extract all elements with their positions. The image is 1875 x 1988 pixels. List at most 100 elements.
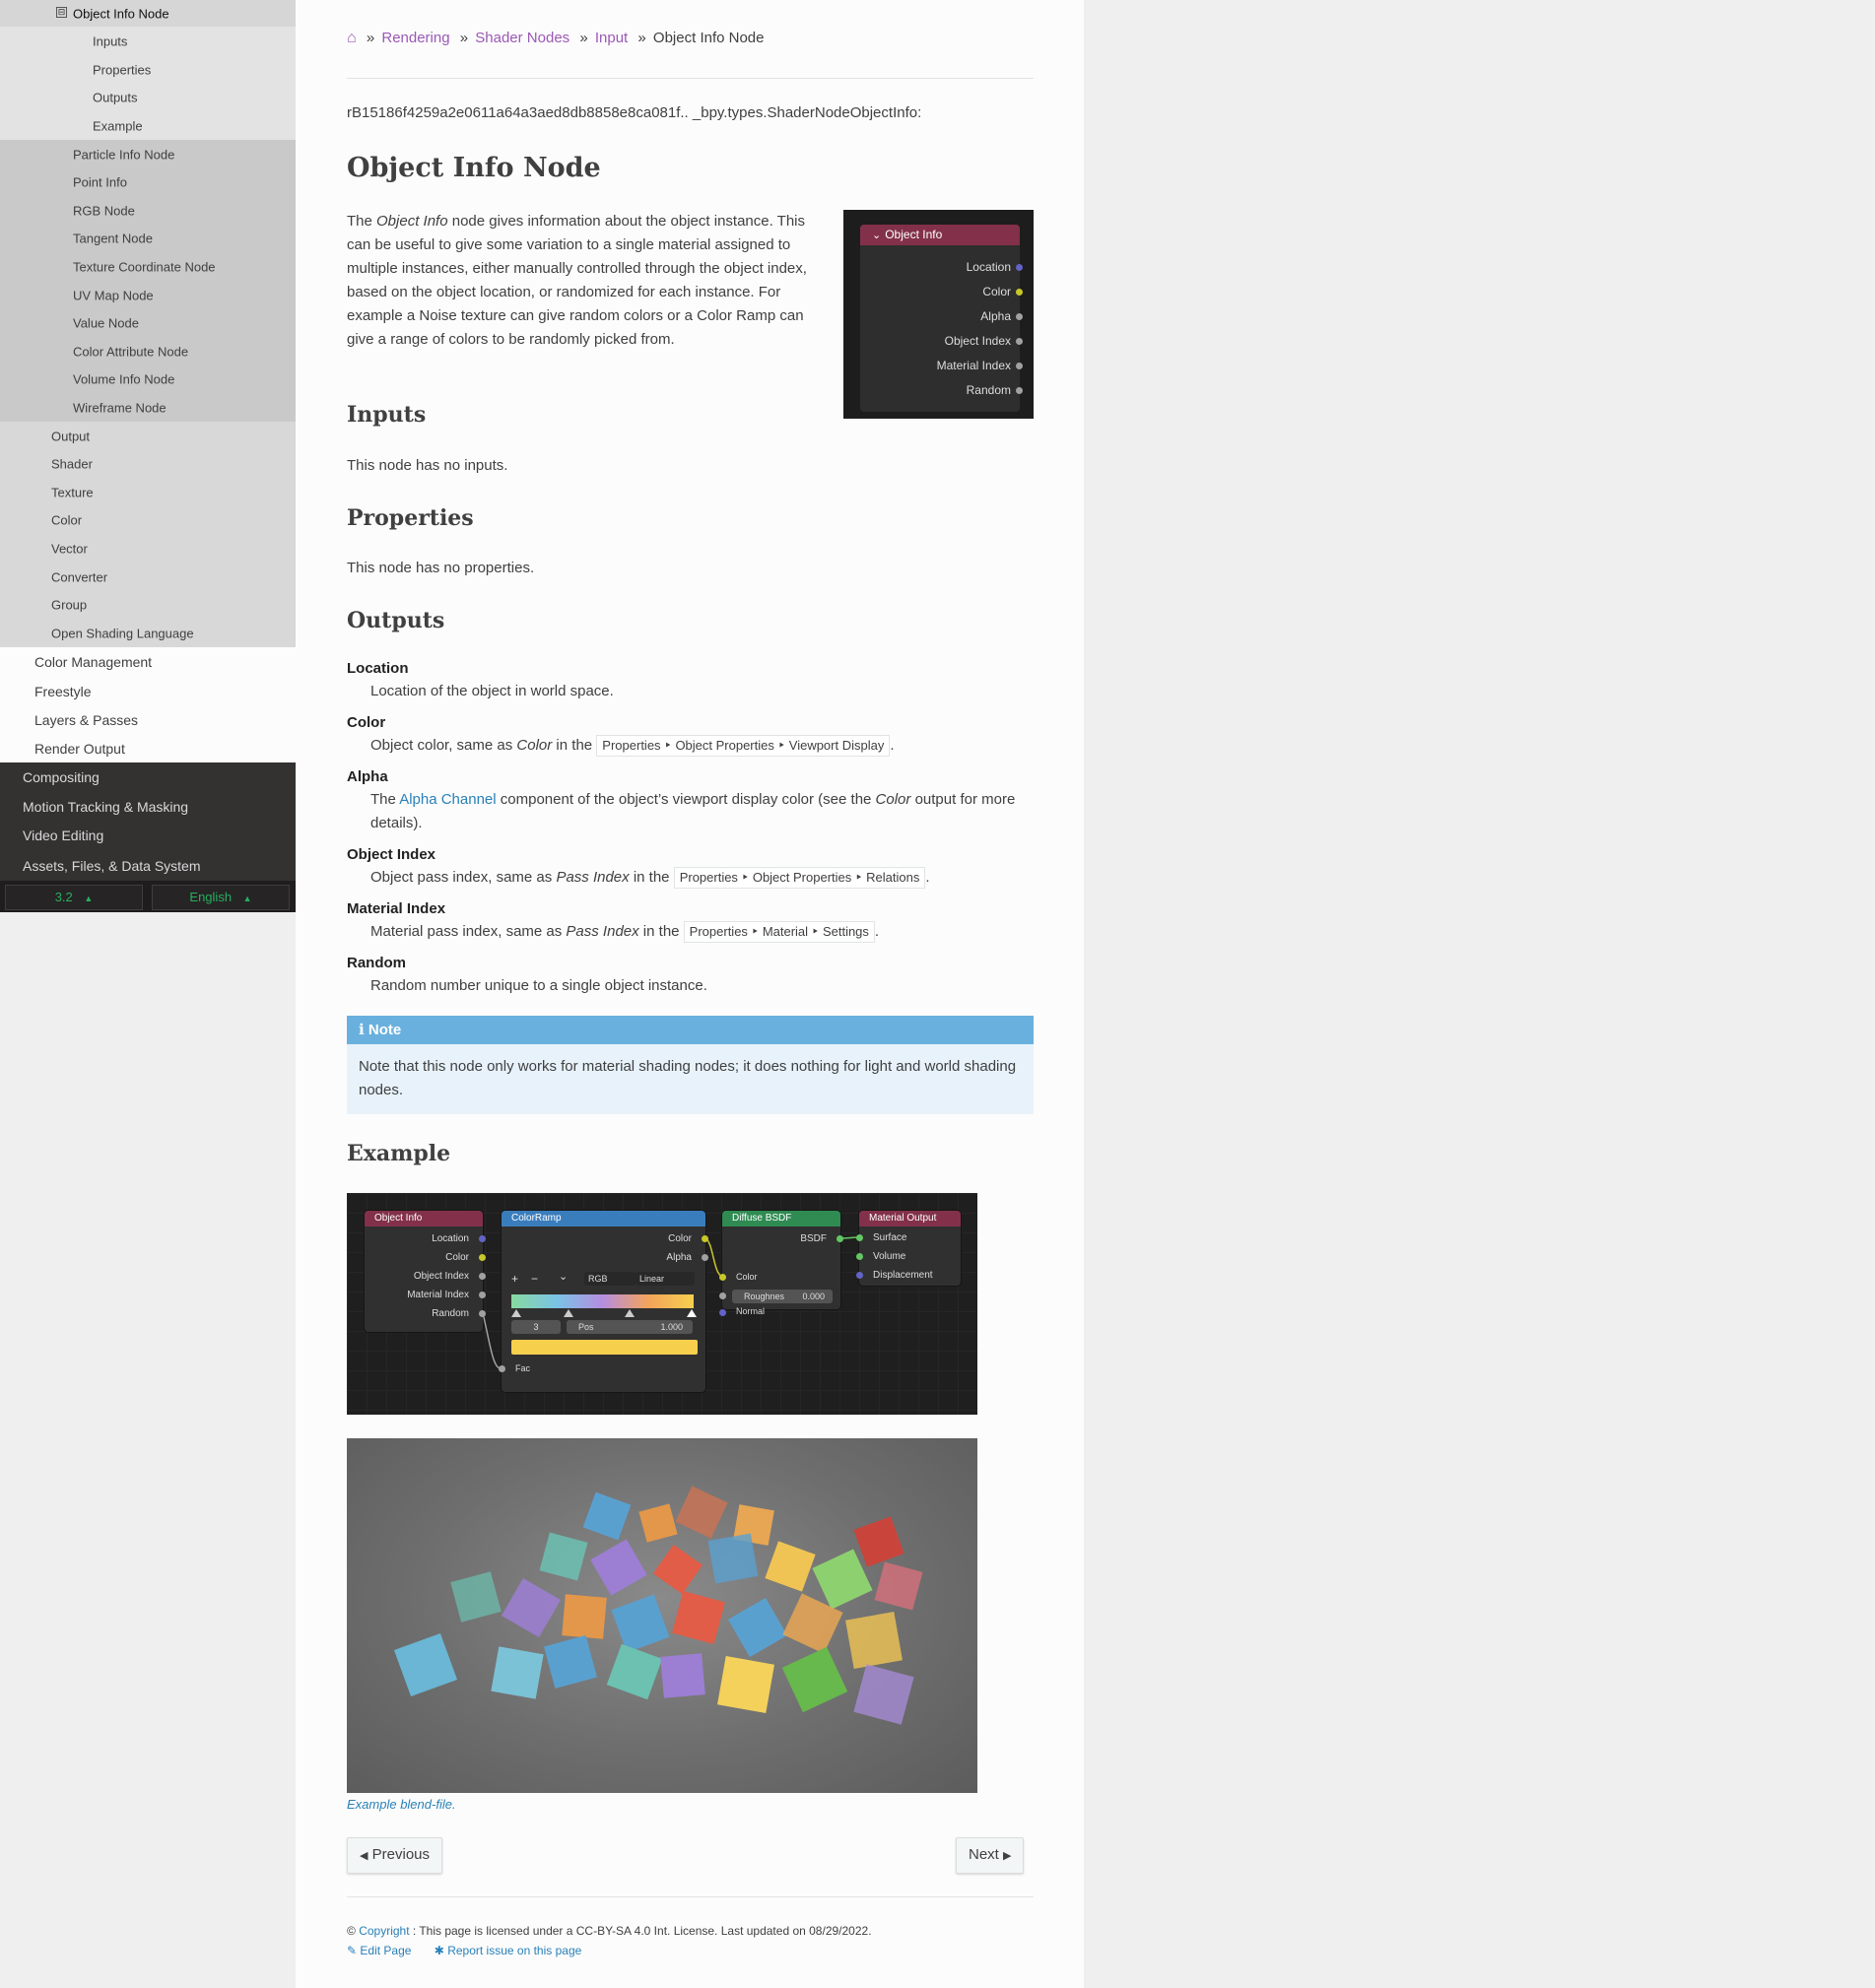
sidebar-item-compositing[interactable]: Compositing	[0, 762, 296, 792]
term-alpha: Alpha	[347, 768, 388, 785]
sidebar-item-texture-coordinate[interactable]: Texture Coordinate Node	[0, 252, 296, 281]
sidebar-item-color-management[interactable]: Color Management	[0, 647, 296, 677]
cube	[491, 1646, 544, 1699]
example-caption-link[interactable]: Example blend-file.	[347, 1797, 456, 1812]
sidebar-item-layers-passes[interactable]: Layers & Passes	[0, 705, 296, 735]
breadcrumb-separator: »	[366, 30, 375, 46]
menu-path: Properties ‣ Object Properties ‣ Viewpor…	[596, 735, 891, 757]
caret-up-icon: ▲	[242, 894, 252, 903]
cube	[544, 1635, 597, 1689]
sidebar-item-properties[interactable]: Properties	[0, 55, 296, 84]
desc-object-index: Object pass index, same as Pass Index in…	[370, 866, 1034, 890]
cube	[727, 1597, 788, 1658]
node-links	[482, 1236, 860, 1369]
sidebar-item-tangent-node[interactable]: Tangent Node	[0, 225, 296, 252]
sidebar-nav: ⊟ Object Info Node Inputs Properties Out…	[0, 0, 296, 912]
cube	[812, 1549, 873, 1610]
breadcrumb-link-input[interactable]: Input	[595, 30, 628, 46]
edit-page-link[interactable]: ✎ Edit Page	[347, 1944, 411, 1957]
socket-float-icon	[1016, 338, 1023, 345]
sidebar-item-wireframe[interactable]: Wireframe Node	[0, 393, 296, 422]
sidebar-item-label: Freestyle	[34, 683, 92, 699]
sidebar-item-label: Color Attribute Node	[73, 344, 189, 359]
desc-random: Random number unique to a single object …	[370, 977, 707, 994]
sidebar-item-label: Output	[51, 429, 91, 443]
previous-button[interactable]: ◀ Previous	[347, 1837, 442, 1874]
sidebar-item-label: Vector	[51, 541, 88, 556]
sidebar-item-object-info-node[interactable]: ⊟ Object Info Node	[0, 0, 296, 27]
language-dropdown[interactable]: English ▲	[152, 885, 290, 910]
next-label: Next	[969, 1846, 999, 1863]
sidebar-item-osl[interactable]: Open Shading Language	[0, 619, 296, 647]
heading-example: Example	[347, 1141, 451, 1166]
socket-float-icon	[1016, 313, 1023, 320]
cube	[501, 1577, 562, 1638]
breadcrumb-separator: »	[579, 30, 588, 46]
sidebar-item-freestyle[interactable]: Freestyle	[0, 677, 296, 705]
link-bsdf-surface	[839, 1236, 860, 1239]
sidebar-item-vector[interactable]: Vector	[0, 534, 296, 563]
desc-material-index: Material pass index, same as Pass Index …	[370, 920, 1034, 944]
sidebar-item-video-editing[interactable]: Video Editing	[0, 821, 296, 850]
cube	[582, 1491, 632, 1541]
sidebar-item-color-attribute[interactable]: Color Attribute Node	[0, 337, 296, 365]
edit-icon: ✎	[347, 1944, 358, 1957]
sidebar-item-label: Compositing	[23, 769, 100, 785]
sidebar-item-texture[interactable]: Texture	[0, 478, 296, 506]
next-button[interactable]: Next ▶	[956, 1837, 1025, 1874]
sidebar-item-label: Color	[51, 512, 83, 528]
breadcrumb: ⌂ » Rendering » Shader Nodes » Input » O…	[347, 30, 765, 47]
sidebar-item-point-info[interactable]: Point Info	[0, 168, 296, 196]
sidebar-item-output[interactable]: Output	[0, 422, 296, 450]
sidebar-item-outputs[interactable]: Outputs	[0, 84, 296, 111]
sidebar-item-rgb-node[interactable]: RGB Node	[0, 196, 296, 225]
sidebar-item-label: Layers & Passes	[34, 712, 139, 728]
breadcrumb-current: Object Info Node	[652, 30, 765, 46]
cube	[675, 1486, 728, 1539]
sidebar-item-group[interactable]: Group	[0, 591, 296, 619]
node-output-random: Random	[966, 383, 1011, 397]
info-icon: ℹ	[359, 1022, 365, 1038]
cube	[562, 1594, 607, 1639]
sidebar-item-label: Color Management	[34, 654, 153, 670]
outputs-definition-list: Location Location of the object in world…	[347, 658, 1034, 998]
sidebar-item-label: Texture	[51, 485, 94, 499]
copyright-link[interactable]: Copyright	[359, 1924, 409, 1938]
properties-text: This node has no properties.	[347, 560, 535, 576]
report-issue-link[interactable]: ✱ Report issue on this page	[435, 1944, 582, 1957]
alpha-channel-link[interactable]: Alpha Channel	[399, 791, 496, 808]
cube	[652, 1544, 703, 1595]
sidebar-item-uv-map[interactable]: UV Map Node	[0, 281, 296, 309]
previous-label: Previous	[371, 1846, 430, 1863]
sidebar-item-particle-info[interactable]: Particle Info Node	[0, 140, 296, 168]
sidebar-item-label: Particle Info Node	[73, 147, 175, 162]
sidebar-item-label: Outputs	[93, 90, 138, 105]
sidebar-item-volume-info[interactable]: Volume Info Node	[0, 365, 296, 393]
sidebar-item-inputs[interactable]: Inputs	[0, 27, 296, 55]
link-color-color	[704, 1237, 723, 1278]
arrow-left-icon: ◀	[360, 1850, 368, 1862]
sidebar-item-shader[interactable]: Shader	[0, 450, 296, 478]
cube	[660, 1653, 705, 1698]
version-dropdown[interactable]: 3.2 ▲	[5, 885, 143, 910]
sidebar-item-label: Shader	[51, 456, 93, 472]
sidebar-item-example[interactable]: Example	[0, 111, 296, 140]
sidebar-item-render-output[interactable]: Render Output	[0, 735, 296, 762]
ref-line: rB15186f4259a2e0611a64a3aed8db8858e8ca08…	[347, 104, 922, 121]
sidebar-item-value-node[interactable]: Value Node	[0, 309, 296, 337]
collapse-icon[interactable]: ⊟	[56, 7, 67, 18]
breadcrumb-link-rendering[interactable]: Rendering	[381, 30, 449, 46]
sidebar-item-converter[interactable]: Converter	[0, 563, 296, 591]
note-header: ℹ Note	[347, 1016, 1034, 1044]
home-icon[interactable]: ⌂	[347, 30, 357, 46]
divider	[347, 78, 1034, 79]
chevron-down-icon: ⌄	[872, 230, 882, 241]
sidebar-item-motion-tracking[interactable]: Motion Tracking & Masking	[0, 792, 296, 821]
caret-up-icon: ▲	[84, 894, 94, 903]
sidebar-item-color[interactable]: Color	[0, 506, 296, 534]
sidebar-item-assets-files[interactable]: Assets, Files, & Data System	[0, 850, 296, 881]
breadcrumb-link-shader-nodes[interactable]: Shader Nodes	[475, 30, 569, 46]
sidebar-item-label: UV Map Node	[73, 288, 154, 302]
cube	[845, 1612, 903, 1669]
node-output-color: Color	[982, 285, 1011, 298]
